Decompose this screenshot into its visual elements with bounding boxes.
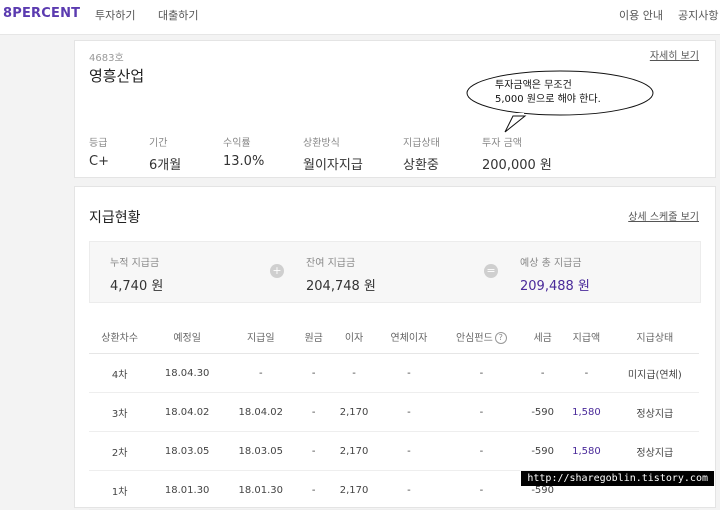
col-interest: 이자 (329, 319, 379, 354)
loan-number: 4683호 (89, 53, 124, 64)
fact-value: 월이자지급 (303, 158, 363, 173)
annotation-bubble: 투자금액은 무조건 5,000 원으로 해야 한다. (465, 70, 655, 133)
plus-icon: + (270, 264, 284, 278)
nav-guide[interactable]: 이용 안내 (619, 7, 663, 23)
summary-label: 잔여 지급금 (306, 258, 356, 269)
summary-label: 누적 지급금 (110, 258, 160, 269)
col-round: 상환차수 (89, 319, 151, 354)
col-safety-fund: 안심펀드? (439, 319, 524, 354)
cell: 1차 (89, 470, 151, 510)
annotation-line-2: 5,000 원으로 해야 한다. (495, 94, 601, 105)
cell: - (378, 392, 440, 432)
col-status: 지급상태 (610, 319, 699, 354)
equals-icon: = (484, 264, 498, 278)
cell: 18.04.02 (223, 392, 298, 432)
fact-grade: 등급 C+ (89, 134, 109, 169)
cell: 3차 (89, 392, 151, 432)
summary-remaining: 잔여 지급금 204,748 원 (306, 254, 376, 294)
table-header-row: 상환차수 예정일 지급일 원금 이자 연체이자 안심펀드? 세금 지급액 지급상… (89, 319, 699, 354)
cell: - (297, 470, 330, 510)
help-icon[interactable]: ? (494, 331, 507, 344)
fact-yield: 수익률 13.0% (223, 134, 264, 169)
col-safety-fund-label: 안심펀드 (455, 332, 493, 344)
cell: 18.01.30 (150, 470, 224, 510)
cell: 4차 (89, 353, 151, 393)
cell: 18.03.05 (150, 431, 224, 471)
cell: 18.01.30 (223, 470, 298, 510)
cell: 정상지급 (610, 392, 699, 432)
cell: 18.04.30 (150, 353, 224, 393)
fact-value: 6개월 (149, 158, 182, 173)
fact-label: 지급상태 (403, 138, 440, 149)
cell: - (439, 353, 524, 393)
table-row: 4차 18.04.30 - - - - - - - 미지급(연체) (89, 353, 699, 393)
summary-value: 204,748 원 (306, 279, 376, 294)
top-navbar: 8PERCENT 투자하기 대출하기 이용 안내 공지사항 (0, 0, 720, 35)
fact-status: 지급상태 상환중 (403, 134, 440, 173)
fact-value: C+ (89, 154, 109, 169)
fact-label: 수익률 (223, 138, 251, 149)
cell: 18.04.02 (150, 392, 224, 432)
fact-repayment: 상환방식 월이자지급 (303, 134, 363, 173)
cell: -590 (523, 392, 563, 432)
cell: 2,170 (329, 431, 379, 471)
detail-link[interactable]: 자세히 보기 (650, 47, 699, 62)
col-due-date: 예정일 (150, 319, 224, 354)
cell: 2,170 (329, 470, 379, 510)
fact-term: 기간 6개월 (149, 134, 181, 173)
summary-total: 예상 총 지급금 209,488 원 (520, 254, 590, 294)
table-row: 2차 18.03.05 18.03.05 - 2,170 - - -590 1,… (89, 431, 699, 471)
col-principal: 원금 (297, 319, 330, 354)
summary-label: 예상 총 지급금 (520, 258, 582, 269)
fact-value: 13.0% (223, 154, 265, 169)
col-tax: 세금 (523, 319, 563, 354)
cell: 정상지급 (610, 431, 699, 471)
fact-label: 상환방식 (303, 138, 340, 149)
annotation-line-1: 투자금액은 무조건 (495, 80, 572, 91)
cell: - (439, 470, 524, 510)
cell: 2차 (89, 431, 151, 471)
nav-loan[interactable]: 대출하기 (158, 7, 198, 23)
cell: - (223, 353, 298, 393)
cell: -590 (523, 431, 563, 471)
cell-amount: 1,580 (562, 431, 611, 471)
col-amount: 지급액 (562, 319, 611, 354)
fact-value: 200,000 원 (482, 158, 552, 173)
watermark: http://sharegoblin.tistory.com (521, 471, 714, 486)
cell: - (439, 431, 524, 471)
cell: - (439, 392, 524, 432)
cell: - (297, 353, 330, 393)
cell: - (378, 353, 440, 393)
summary-value: 4,740 원 (110, 279, 164, 294)
payment-status-card: 지급현황 상세 스케줄 보기 누적 지급금 4,740 원 + 잔여 지급금 2… (74, 186, 716, 510)
cell: 18.03.05 (223, 431, 298, 471)
cell: - (562, 353, 611, 393)
cell: - (523, 353, 563, 393)
nav-notice[interactable]: 공지사항 (678, 7, 718, 23)
loan-name: 영흥산업 (89, 67, 145, 85)
col-paid-date: 지급일 (223, 319, 298, 354)
cell: - (329, 353, 379, 393)
cell-amount: 1,580 (562, 392, 611, 432)
nav-invest[interactable]: 투자하기 (95, 7, 135, 23)
summary-value: 209,488 원 (520, 279, 590, 294)
cell: 2,170 (329, 392, 379, 432)
col-late-interest: 연체이자 (378, 319, 440, 354)
annotation-text: 투자금액은 무조건 5,000 원으로 해야 한다. (495, 79, 601, 107)
fact-value: 상환중 (403, 158, 439, 173)
cell: 미지급(연체) (610, 353, 699, 393)
schedule-link[interactable]: 상세 스케줄 보기 (628, 208, 699, 223)
table-row: 3차 18.04.02 18.04.02 - 2,170 - - -590 1,… (89, 392, 699, 432)
cell: - (297, 431, 330, 471)
cell: - (297, 392, 330, 432)
payment-summary: 누적 지급금 4,740 원 + 잔여 지급금 204,748 원 = 예상 총… (89, 241, 701, 303)
brand-logo[interactable]: 8PERCENT (3, 6, 80, 21)
payment-title: 지급현황 (89, 210, 141, 226)
fact-label: 등급 (89, 138, 108, 149)
summary-paid: 누적 지급금 4,740 원 (110, 254, 163, 294)
fact-label: 기간 (149, 138, 168, 149)
cell: - (378, 431, 440, 471)
cell: - (378, 470, 440, 510)
